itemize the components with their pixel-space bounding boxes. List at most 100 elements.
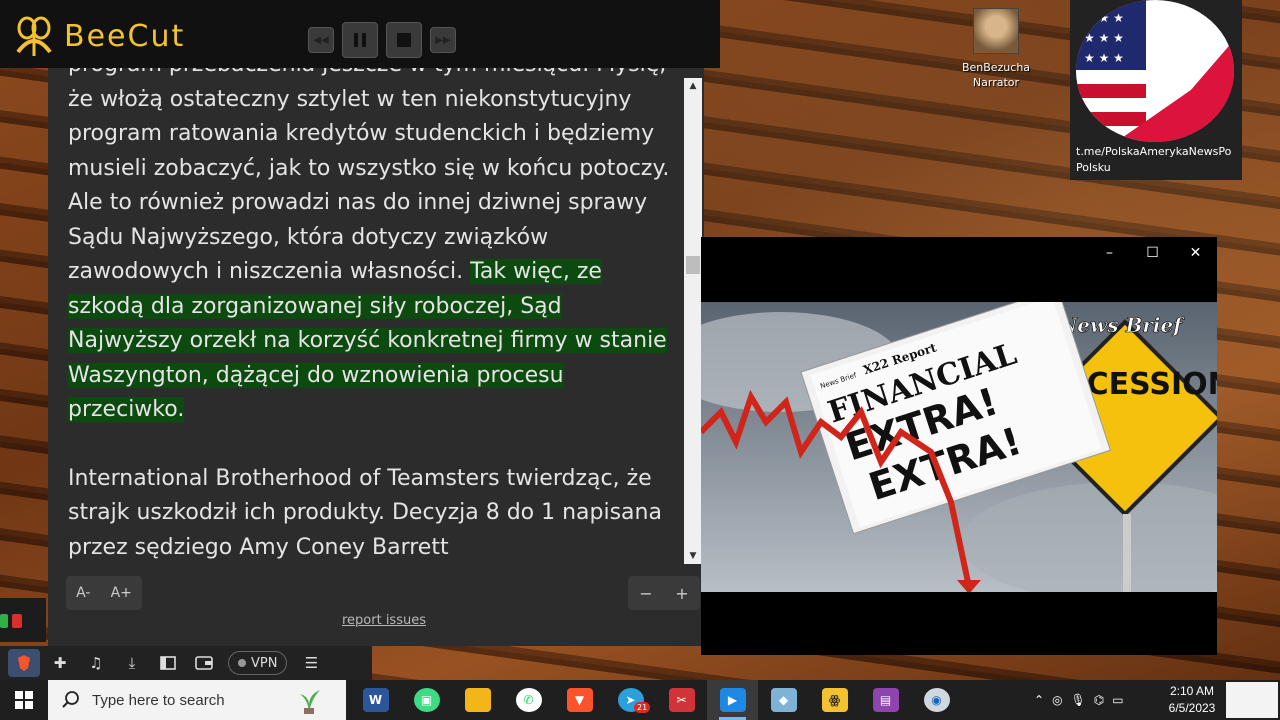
taskbar-clock[interactable]: 2:10 AM 6/5/2023 <box>1158 683 1226 717</box>
folder-icon <box>464 688 491 712</box>
stop-icon <box>397 33 411 47</box>
telegram-badge: 21 <box>634 702 651 713</box>
whatsapp-icon: ✆ <box>515 688 542 712</box>
taskbar-apps: W ▣ ✆ ▼ ➤ 21 ✂ ▶ ◆ ꙮ ▤ ◉ <box>350 680 962 720</box>
scroll-down-arrow[interactable]: ▼ <box>684 548 702 564</box>
taskbar-search[interactable]: Type here to search <box>48 680 346 720</box>
font-increase-button[interactable]: A+ <box>111 585 132 601</box>
font-decrease-button[interactable]: A- <box>76 585 90 601</box>
sidebar-button[interactable] <box>152 649 184 677</box>
extensions-button[interactable]: ✚ <box>44 649 76 677</box>
forward-button[interactable]: ▶▶ <box>430 27 456 53</box>
reader-panel: program przebaczenia jeszcze w tym miesi… <box>48 68 704 646</box>
maximize-icon: ☐ <box>1146 245 1159 261</box>
left-edge-icons <box>0 598 46 642</box>
taskbar-telegram[interactable]: ➤ 21 <box>605 680 656 720</box>
channel-card: ★ ★ ★ ★ ★ ★ ★ ★ ★ t.me/PolskaAmerykaNews… <box>1070 0 1242 180</box>
vpn-status-icon <box>238 659 246 667</box>
system-tray: ⌃ ◎ 🎙 ⌬ ▭ <box>1034 680 1124 720</box>
green-app-icon[interactable] <box>0 614 8 628</box>
narrator-desktop-icon[interactable]: BenBezucha Narrator <box>956 8 1036 90</box>
download-icon: ⤓ <box>128 654 136 672</box>
reader-paragraph: program przebaczenia jeszcze w tym miesi… <box>68 68 682 428</box>
vpn-button[interactable]: VPN <box>228 651 288 675</box>
beecut-brand: BeeCut <box>64 18 186 54</box>
news-brief-banner: News Brief <box>1058 313 1185 337</box>
browser-toolbar: ✚ ♫ ⤓ VPN ☰ <box>0 646 372 680</box>
paragraph-text: program przebaczenia jeszcze w tym miesi… <box>68 68 670 284</box>
display-icon[interactable]: ▭ <box>1112 693 1123 707</box>
chevron-up-icon[interactable]: ⌃ <box>1034 693 1044 707</box>
clock-time: 2:10 AM <box>1169 684 1215 698</box>
minimize-button[interactable]: – <box>1088 237 1131 269</box>
narrator-name: BenBezucha <box>961 61 1031 74</box>
close-button[interactable]: ✕ <box>1174 237 1217 269</box>
taskbar-whatsapp[interactable]: ✆ <box>503 680 554 720</box>
rewind-icon: ◀◀ <box>313 34 329 46</box>
taskbar-beecut[interactable]: ꙮ <box>809 680 860 720</box>
taskbar-word[interactable]: W <box>350 680 401 720</box>
puzzle-icon: ✚ <box>53 654 67 672</box>
playlist-icon: ♫ <box>89 654 103 672</box>
disc-icon: ◉ <box>923 688 950 712</box>
zoom-out-button[interactable]: − <box>639 584 652 603</box>
taskbar-notes[interactable]: ◆ <box>758 680 809 720</box>
video-player-window: – ☐ ✕ RECESSION News Brief X22 Report Ne… <box>701 237 1217 655</box>
pause-button[interactable] <box>342 22 378 58</box>
red-app-icon[interactable] <box>12 614 22 628</box>
channel-link[interactable]: t.me/PolskaAmerykaNewsPo Polsku <box>1076 144 1242 176</box>
brave-icon: ▼ <box>566 688 593 712</box>
meet-icon[interactable]: ◎ <box>1052 693 1062 707</box>
beecut-logo: BeeCut <box>10 14 185 58</box>
scroll-thumb[interactable] <box>686 256 700 274</box>
microphone-icon[interactable]: 🎙 <box>1071 693 1086 707</box>
taskbar-clapper[interactable]: ▤ <box>860 680 911 720</box>
zoom-controls: − + <box>628 576 700 610</box>
notification-area[interactable] <box>1226 682 1278 718</box>
narrator-role: Narrator <box>972 76 1020 89</box>
wallet-icon <box>195 656 213 670</box>
brave-button[interactable] <box>8 649 40 677</box>
taskbar-media[interactable]: ◉ <box>911 680 962 720</box>
svg-text:★ ★ ★: ★ ★ ★ <box>1084 11 1124 25</box>
report-issues-link[interactable]: report issues <box>48 613 720 628</box>
taskbar-video-player[interactable]: ▶ <box>707 680 758 720</box>
download-button[interactable]: ⤓ <box>116 649 148 677</box>
reader-scrollbar[interactable]: ▲ ▼ <box>684 78 702 564</box>
windows-icon <box>15 691 33 709</box>
word-icon: W <box>362 688 389 712</box>
plant-icon <box>300 690 320 714</box>
taskbar-android[interactable]: ▣ <box>401 680 452 720</box>
menu-button[interactable]: ☰ <box>295 649 327 677</box>
wallet-button[interactable] <box>188 649 220 677</box>
taskbar-explorer[interactable] <box>452 680 503 720</box>
taskbar-brave[interactable]: ▼ <box>554 680 605 720</box>
stop-button[interactable] <box>386 22 422 58</box>
scroll-up-arrow[interactable]: ▲ <box>684 78 702 94</box>
us-poland-flag-icon: ★ ★ ★ ★ ★ ★ ★ ★ ★ <box>1076 0 1234 142</box>
forward-icon: ▶▶ <box>435 34 451 46</box>
reader-text-area[interactable]: program przebaczenia jeszcze w tym miesi… <box>68 68 682 564</box>
svg-text:★ ★ ★: ★ ★ ★ <box>1084 51 1124 65</box>
taskbar-snipping[interactable]: ✂ <box>656 680 707 720</box>
minimize-icon: – <box>1106 245 1113 261</box>
playlist-button[interactable]: ♫ <box>80 649 112 677</box>
zoom-in-button[interactable]: + <box>675 584 688 603</box>
video-frame[interactable]: RECESSION News Brief X22 Report News Bri… <box>701 302 1217 592</box>
narrator-avatar <box>973 8 1019 54</box>
network-icon[interactable]: ⌬ <box>1094 693 1104 707</box>
start-button[interactable] <box>0 680 48 720</box>
close-icon: ✕ <box>1189 245 1202 261</box>
android-icon: ▣ <box>413 688 440 712</box>
vpn-label: VPN <box>251 655 278 671</box>
rewind-button[interactable]: ◀◀ <box>308 27 334 53</box>
svg-text:★ ★ ★: ★ ★ ★ <box>1084 31 1124 45</box>
bee-icon <box>16 16 52 56</box>
sidebar-icon <box>160 656 176 670</box>
reader-paragraph: International Brotherhood of Teamsters t… <box>68 465 662 560</box>
brave-icon <box>18 655 30 671</box>
recording-controls: ◀◀ ▶▶ <box>308 22 456 58</box>
maximize-button[interactable]: ☐ <box>1131 237 1174 269</box>
play-icon: ▶ <box>719 688 746 712</box>
beecut-recorder-bar: BeeCut ◀◀ ▶▶ <box>0 0 720 68</box>
